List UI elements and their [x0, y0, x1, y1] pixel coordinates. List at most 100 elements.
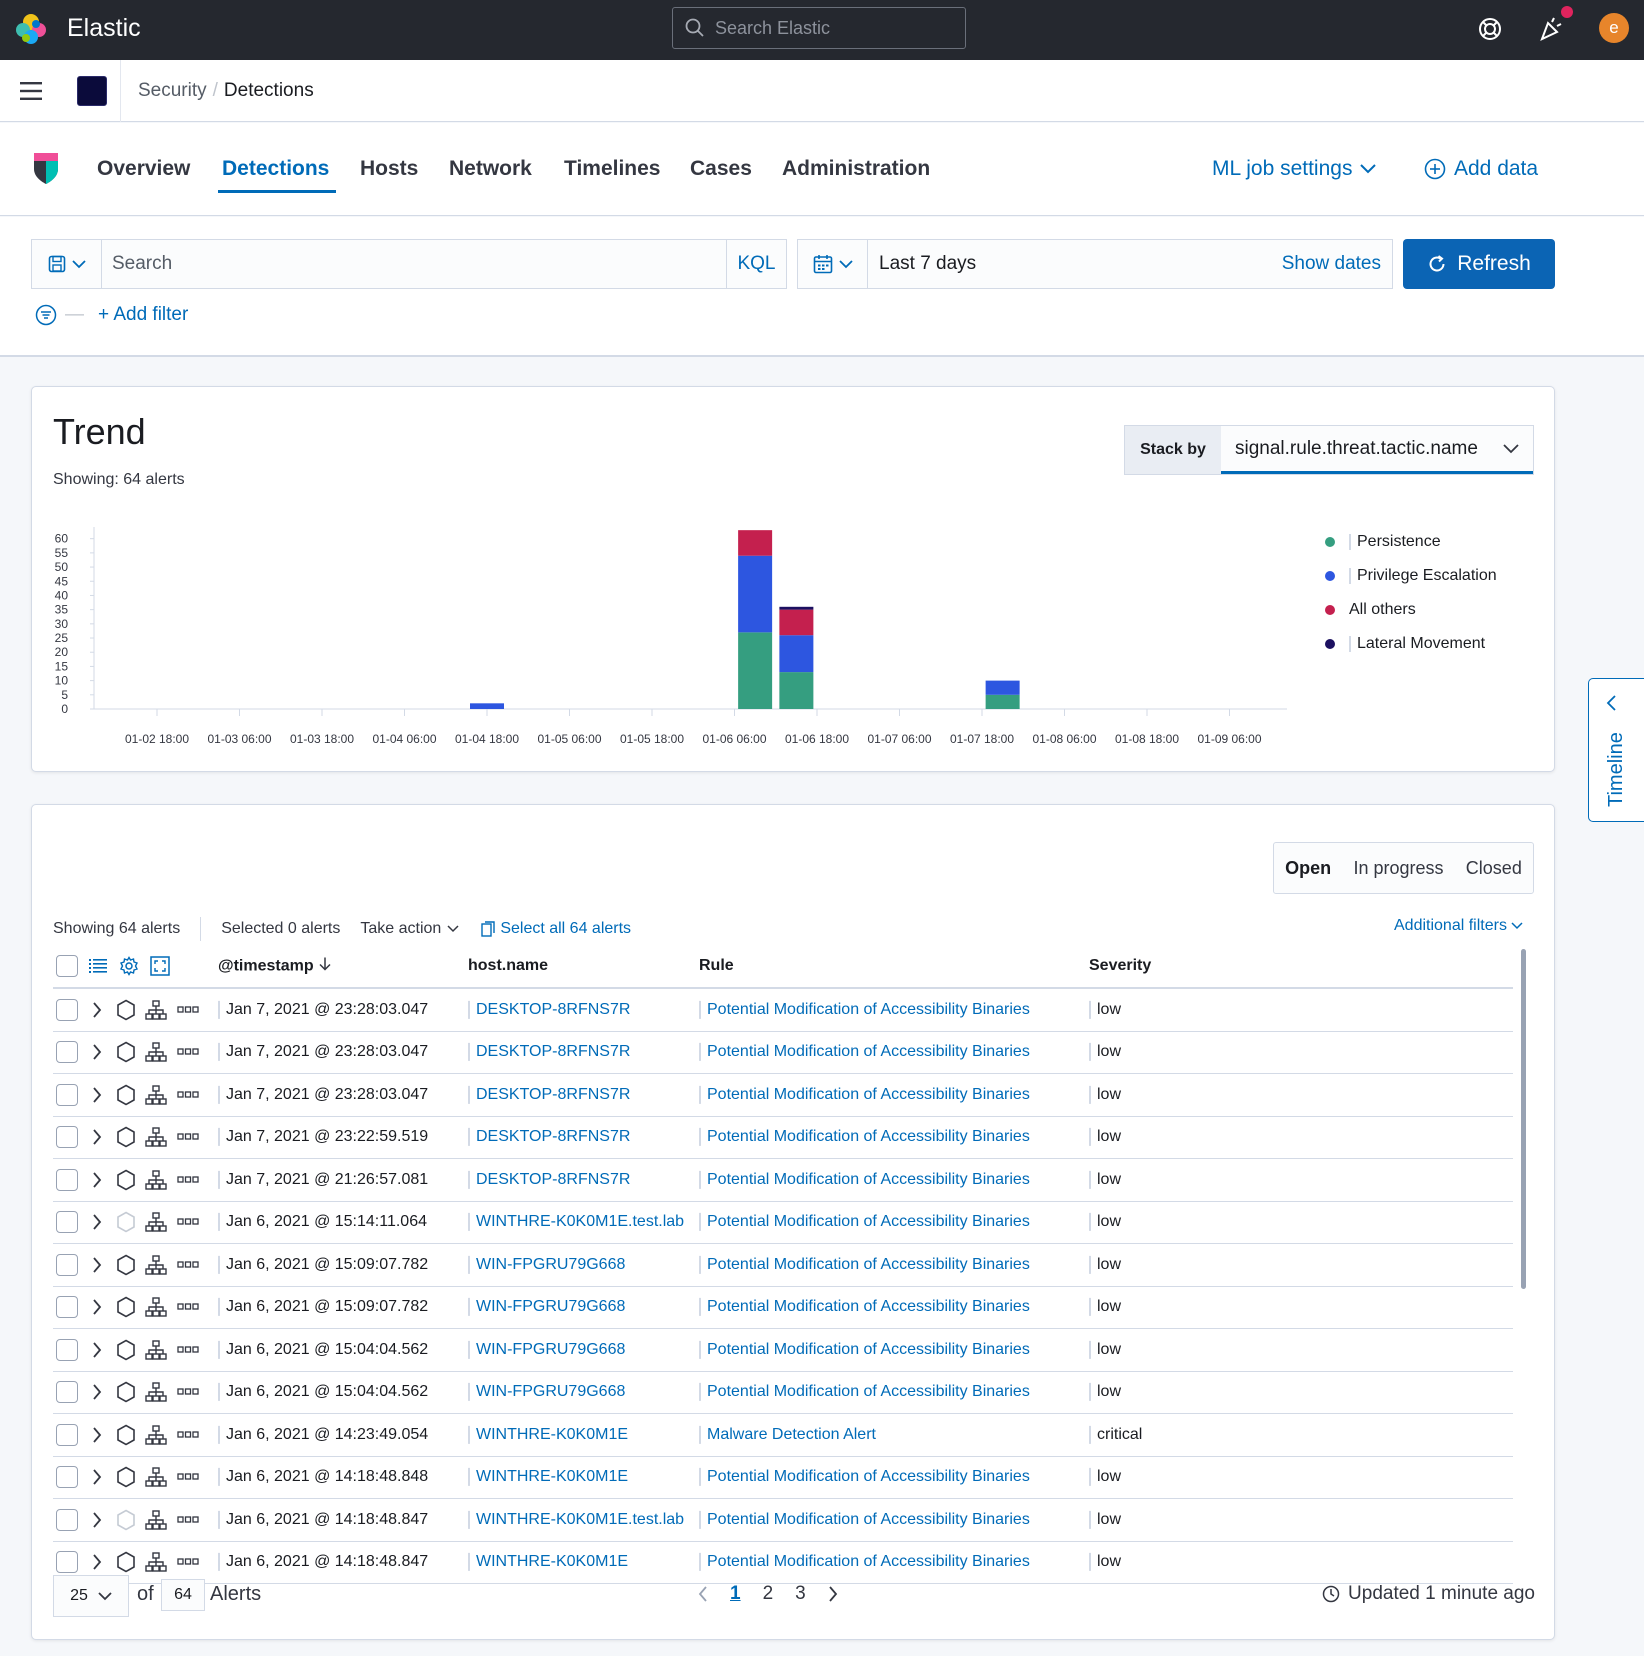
investigate-tree-icon[interactable]	[145, 1255, 167, 1275]
tab-timelines[interactable]: Timelines	[564, 157, 661, 181]
cell-host-name[interactable]: DESKTOP-8RFNS7R	[468, 1000, 630, 1019]
expand-row-icon[interactable]	[92, 1087, 102, 1103]
tab-hosts[interactable]: Hosts	[360, 157, 418, 181]
add-data-button[interactable]: Add data	[1424, 157, 1538, 181]
take-action-button[interactable]: Take action	[360, 920, 459, 938]
bar-segment-lateral-movement[interactable]	[779, 606, 814, 610]
more-actions-icon[interactable]	[177, 1261, 199, 1269]
expand-row-icon[interactable]	[92, 1554, 102, 1570]
page-2-button[interactable]: 2	[763, 1583, 774, 1605]
more-actions-icon[interactable]	[177, 1006, 199, 1014]
cell-rule[interactable]: Malware Detection Alert	[699, 1425, 876, 1444]
analyze-event-icon[interactable]	[116, 1466, 136, 1488]
bar-segment-privilege-escalation[interactable]	[985, 680, 1020, 695]
investigate-tree-icon[interactable]	[145, 1085, 167, 1105]
column-header-rule[interactable]: Rule	[699, 957, 734, 975]
saved-query-button[interactable]	[32, 240, 102, 288]
analyze-event-icon[interactable]	[116, 1424, 136, 1446]
select-all-button[interactable]: Select all 64 alerts	[481, 920, 631, 938]
bar-segment-privilege-escalation[interactable]	[470, 703, 504, 709]
analyze-event-icon[interactable]	[116, 1084, 136, 1106]
row-checkbox[interactable]	[56, 1508, 78, 1531]
row-checkbox[interactable]	[56, 1466, 78, 1489]
analyze-event-icon[interactable]	[116, 1211, 136, 1233]
more-actions-icon[interactable]	[177, 1176, 199, 1184]
cell-host-name[interactable]: WINTHRE-K0K0M1E	[468, 1553, 628, 1572]
cell-rule[interactable]: Potential Modification of Accessibility …	[699, 1213, 1030, 1232]
chevron-left-icon[interactable]	[698, 1586, 708, 1602]
legend-item[interactable]: All others	[1325, 593, 1497, 627]
bar-segment-all-others[interactable]	[738, 530, 773, 556]
investigate-tree-icon[interactable]	[145, 1000, 167, 1020]
analyze-event-icon[interactable]	[116, 1041, 136, 1063]
row-checkbox[interactable]	[56, 1296, 78, 1319]
investigate-tree-icon[interactable]	[145, 1042, 167, 1062]
more-actions-icon[interactable]	[177, 1346, 199, 1354]
brand-name[interactable]: Elastic	[67, 14, 141, 43]
table-scrollbar[interactable]	[1521, 949, 1526, 1289]
cell-rule[interactable]: Potential Modification of Accessibility …	[699, 1553, 1030, 1572]
legend-item[interactable]: Lateral Movement	[1325, 627, 1497, 661]
expand-row-icon[interactable]	[92, 1214, 102, 1230]
breadcrumb-security[interactable]: Security	[138, 80, 207, 101]
query-search-input[interactable]	[102, 240, 726, 288]
investigate-tree-icon[interactable]	[145, 1382, 167, 1402]
more-actions-icon[interactable]	[177, 1558, 199, 1566]
investigate-tree-icon[interactable]	[145, 1510, 167, 1530]
bar-segment-all-others[interactable]	[779, 609, 814, 636]
more-actions-icon[interactable]	[177, 1473, 199, 1481]
cell-rule[interactable]: Potential Modification of Accessibility …	[699, 1510, 1030, 1529]
tab-cases[interactable]: Cases	[690, 157, 752, 181]
more-actions-icon[interactable]	[177, 1218, 199, 1226]
cell-rule[interactable]: Potential Modification of Accessibility …	[699, 1383, 1030, 1402]
cell-host-name[interactable]: WIN-FPGRU79G668	[468, 1340, 625, 1359]
expand-row-icon[interactable]	[92, 1384, 102, 1400]
cell-host-name[interactable]: DESKTOP-8RFNS7R	[468, 1043, 630, 1062]
expand-row-icon[interactable]	[92, 1427, 102, 1443]
more-actions-icon[interactable]	[177, 1091, 199, 1099]
expand-row-icon[interactable]	[92, 1172, 102, 1188]
bar-segment-privilege-escalation[interactable]	[738, 555, 773, 633]
filter-icon[interactable]	[35, 304, 57, 326]
select-all-checkbox[interactable]	[56, 955, 78, 977]
cell-rule[interactable]: Potential Modification of Accessibility …	[699, 1128, 1030, 1147]
space-avatar-icon[interactable]	[77, 76, 107, 106]
timeline-flyout-button[interactable]: Timeline	[1588, 678, 1644, 822]
global-search-input[interactable]	[715, 17, 955, 39]
avatar[interactable]: e	[1599, 13, 1629, 43]
global-search[interactable]	[672, 7, 966, 49]
cell-rule[interactable]: Potential Modification of Accessibility …	[699, 1298, 1030, 1317]
analyze-event-icon[interactable]	[116, 1551, 136, 1573]
expand-row-icon[interactable]	[92, 1002, 102, 1018]
expand-row-icon[interactable]	[92, 1469, 102, 1485]
cell-rule[interactable]: Potential Modification of Accessibility …	[699, 1468, 1030, 1487]
row-checkbox[interactable]	[56, 1551, 78, 1574]
bar-segment-privilege-escalation[interactable]	[779, 635, 814, 673]
analyze-event-icon[interactable]	[116, 1296, 136, 1318]
investigate-tree-icon[interactable]	[145, 1297, 167, 1317]
row-checkbox[interactable]	[56, 1381, 78, 1404]
more-actions-icon[interactable]	[177, 1516, 199, 1524]
cell-host-name[interactable]: WINTHRE-K0K0M1E	[468, 1468, 628, 1487]
additional-filters-button[interactable]: Additional filters	[1394, 917, 1523, 935]
status-in-progress-button[interactable]: In progress	[1353, 858, 1443, 879]
row-checkbox[interactable]	[56, 1338, 78, 1361]
more-actions-icon[interactable]	[177, 1431, 199, 1439]
investigate-tree-icon[interactable]	[145, 1552, 167, 1572]
query-language-button[interactable]: KQL	[726, 240, 786, 288]
analyze-event-icon[interactable]	[116, 1509, 136, 1531]
page-1-button[interactable]: 1	[730, 1583, 741, 1605]
expand-row-icon[interactable]	[92, 1044, 102, 1060]
bar-segment-persistence[interactable]	[779, 672, 814, 709]
cell-rule[interactable]: Potential Modification of Accessibility …	[699, 1085, 1030, 1104]
expand-row-icon[interactable]	[92, 1257, 102, 1273]
tab-administration[interactable]: Administration	[782, 157, 930, 181]
bar-segment-persistence[interactable]	[738, 632, 773, 709]
more-actions-icon[interactable]	[177, 1303, 199, 1311]
page-3-button[interactable]: 3	[795, 1583, 806, 1605]
show-dates-link[interactable]: Show dates	[1282, 253, 1381, 275]
expand-row-icon[interactable]	[92, 1342, 102, 1358]
cell-host-name[interactable]: DESKTOP-8RFNS7R	[468, 1128, 630, 1147]
expand-row-icon[interactable]	[92, 1129, 102, 1145]
investigate-tree-icon[interactable]	[145, 1467, 167, 1487]
